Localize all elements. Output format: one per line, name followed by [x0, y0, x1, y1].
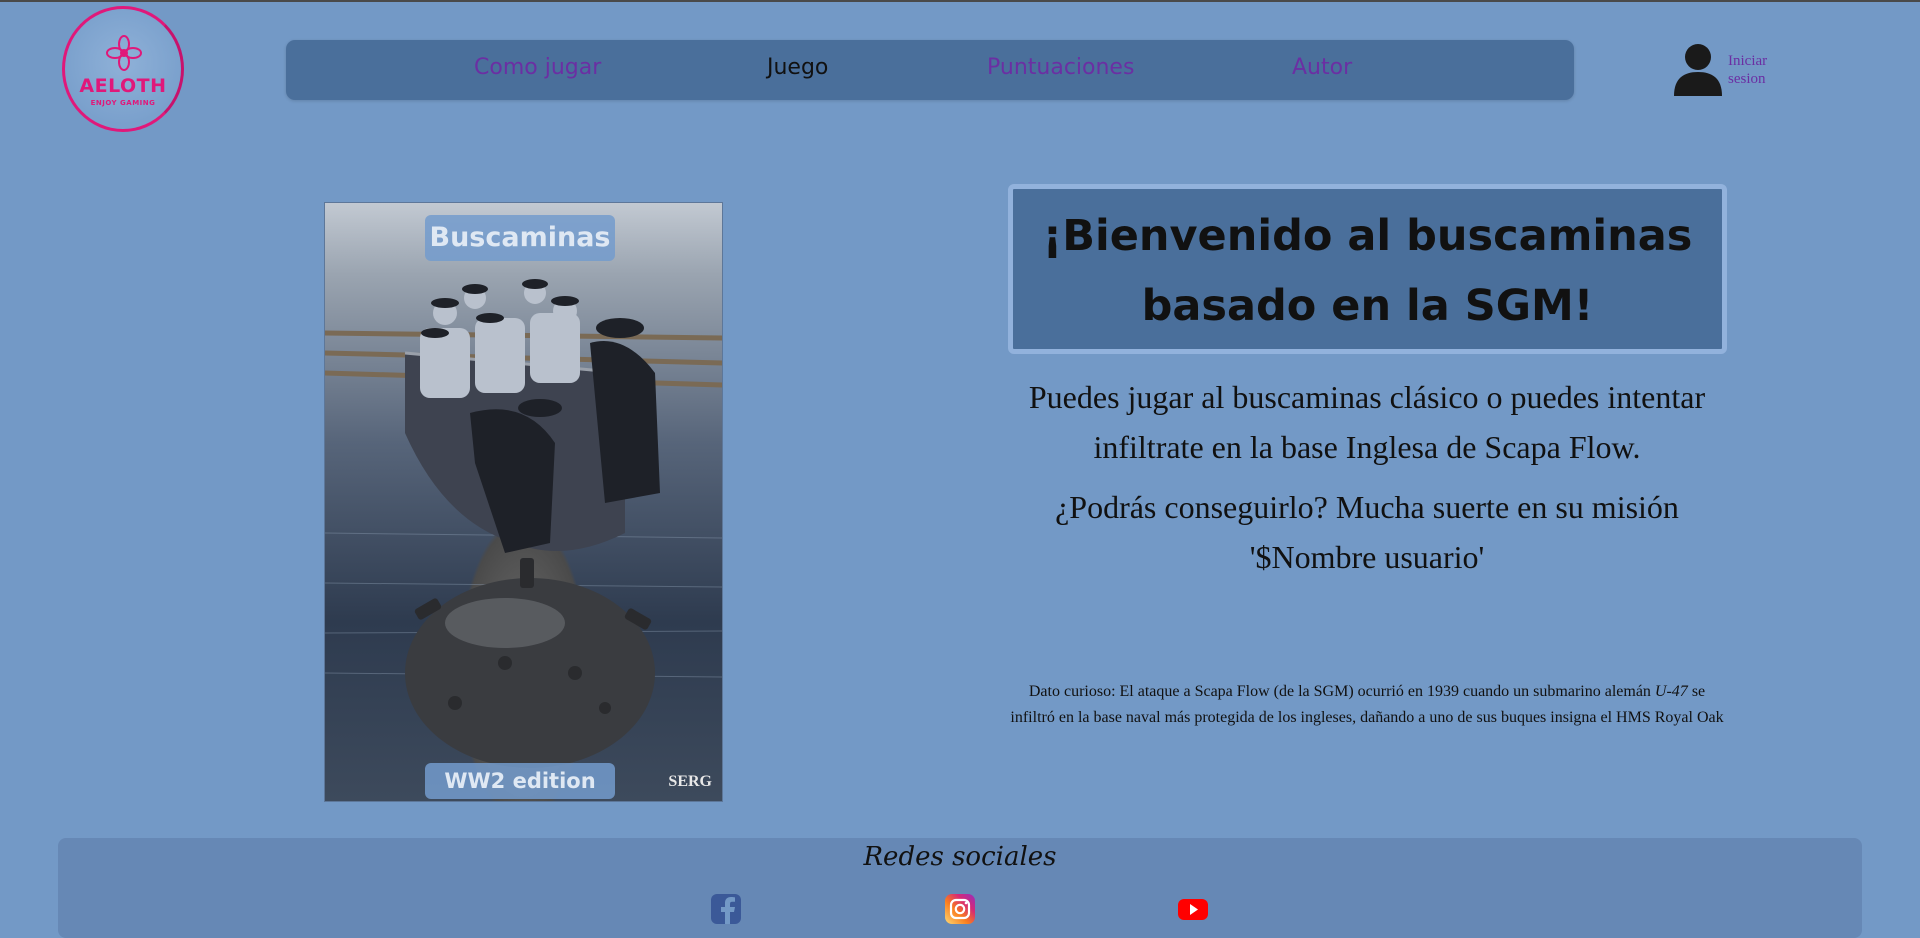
logo-tagline: ENJOY GAMING: [90, 99, 156, 107]
footer: Redes sociales: [58, 838, 1862, 938]
instagram-icon[interactable]: [945, 894, 975, 924]
nav-item-como-jugar[interactable]: Como jugar: [474, 55, 601, 80]
youtube-icon[interactable]: [1178, 894, 1208, 924]
login-link[interactable]: Iniciar sesion: [1728, 52, 1788, 88]
poster-signature: SERG: [668, 773, 712, 790]
game-poster: Buscaminas WW2 edition SERG: [324, 202, 723, 802]
fun-fact: Dato curioso: El ataque a Scapa Flow (de…: [1006, 679, 1728, 731]
user-avatar-icon[interactable]: [1672, 42, 1724, 96]
user-login[interactable]: Iniciar sesion: [1672, 42, 1767, 98]
poster-title: Buscaminas: [425, 215, 615, 261]
logo[interactable]: AELOTH ENJOY GAMING: [62, 6, 184, 132]
main-nav: Como jugar Juego Puntuaciones Autor: [286, 40, 1574, 100]
flower-logo-icon: [106, 35, 142, 71]
logo-brand-text: AELOTH: [79, 75, 167, 97]
facebook-icon[interactable]: [711, 894, 741, 924]
welcome-title-line1: ¡Bienvenido al buscaminas: [1042, 211, 1693, 261]
fun-fact-prefix: Dato curioso: El ataque a Scapa Flow (de…: [1028, 683, 1651, 700]
welcome-banner: ¡Bienvenido al buscaminas basado en la S…: [1008, 184, 1727, 354]
intro-text: Puedes jugar al buscaminas clásico o pue…: [1006, 372, 1728, 592]
social-title: Redes sociales: [863, 842, 1057, 872]
login-label-line2: sesion: [1728, 71, 1766, 87]
intro-paragraph-1: Puedes jugar al buscaminas clásico o pue…: [1028, 379, 1706, 465]
intro-paragraph-2: ¿Podrás conseguirlo? Mucha suerte en su …: [1055, 489, 1679, 575]
nav-item-autor[interactable]: Autor: [1292, 55, 1352, 80]
poster-illustration: [325, 279, 722, 768]
nav-item-juego[interactable]: Juego: [767, 55, 828, 80]
nav-item-puntuaciones[interactable]: Puntuaciones: [987, 55, 1134, 80]
fun-fact-submarine: U-47: [1654, 683, 1688, 700]
welcome-title-line2: basado en la SGM!: [1141, 281, 1594, 331]
poster-edition: WW2 edition: [425, 763, 615, 799]
login-label-line1: Iniciar: [1728, 53, 1768, 69]
